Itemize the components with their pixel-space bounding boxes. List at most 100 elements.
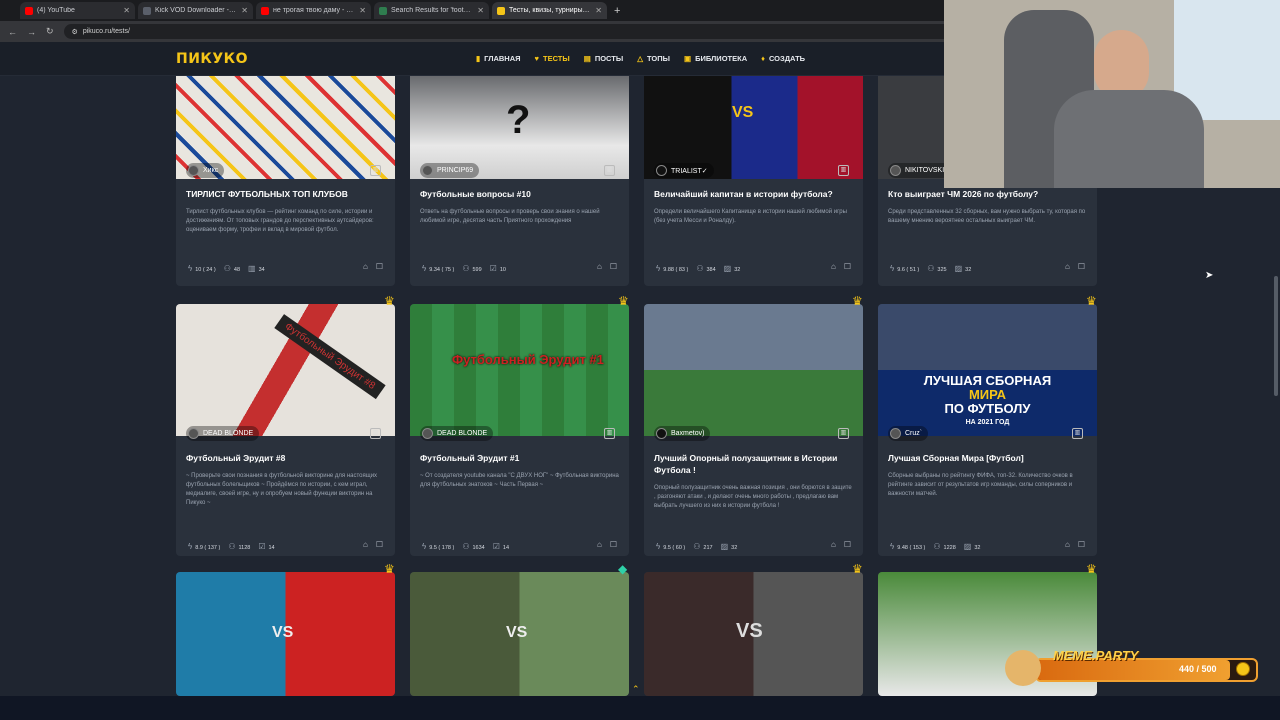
share-icon[interactable]: ⌂ xyxy=(1065,262,1070,271)
goal-title: MEME.PARTY xyxy=(1053,648,1139,663)
card-title[interactable]: Футбольный Эрудит #8 xyxy=(186,452,386,464)
test-card[interactable]: VS xyxy=(644,572,863,696)
card-title[interactable]: Величайший капитан в истории футбола? xyxy=(654,188,854,200)
save-icon[interactable]: ☐ xyxy=(610,262,617,271)
close-tab-icon[interactable]: ✕ xyxy=(123,6,130,15)
nav-item-create[interactable]: ♦ СОЗДАТЬ xyxy=(761,54,805,63)
test-card[interactable]: Футбольный Эрудит #1 DEAD BLONDE ▥ Футбо… xyxy=(410,304,629,556)
question-mark-icon: ? xyxy=(506,98,531,142)
browser-tab[interactable]: Search Results for 'football' - Ti✕ xyxy=(374,2,489,19)
users-icon: ⚇ xyxy=(223,264,231,273)
stats-icon[interactable]: ▥ xyxy=(604,165,615,176)
save-icon[interactable]: ☐ xyxy=(844,262,851,271)
close-tab-icon[interactable]: ✕ xyxy=(595,6,602,15)
stats-icon[interactable]: ▥ xyxy=(838,165,849,176)
save-icon[interactable]: ☐ xyxy=(1078,540,1085,549)
share-icon[interactable]: ⌂ xyxy=(363,262,368,271)
search-site-icon xyxy=(379,6,387,15)
crown-icon: ♛ xyxy=(852,562,863,576)
users-icon: ⚇ xyxy=(933,542,941,551)
nav-item-library[interactable]: ▣ БИБЛИОТЕКА xyxy=(684,54,747,63)
browser-tab[interactable]: (4) YouTube ✕ xyxy=(20,2,135,19)
users-icon: ⚇ xyxy=(228,542,236,551)
back-icon[interactable]: ← xyxy=(8,27,17,37)
card-title[interactable]: Футбольный Эрудит #1 xyxy=(420,452,620,464)
card-title[interactable]: ТИРЛИСТ ФУТБОЛЬНЫХ ТОП КЛУБОВ xyxy=(186,188,386,200)
webcam-overlay xyxy=(944,0,1280,188)
card-title[interactable]: Кто выиграет ЧМ 2026 по футболу? xyxy=(888,188,1088,200)
forward-icon[interactable]: → xyxy=(27,27,36,37)
test-card[interactable]: Футбольный Эрудит #8 DEAD BLONDE ▥ Футбо… xyxy=(176,304,395,556)
stats-icon[interactable]: ▥ xyxy=(838,428,849,439)
save-icon[interactable]: ☐ xyxy=(1078,262,1085,271)
share-icon[interactable]: ⌂ xyxy=(363,540,368,549)
browser-tab[interactable]: не трогая твою даму - YouTub✕ xyxy=(256,2,371,19)
share-icon[interactable]: ⌂ xyxy=(1065,540,1070,549)
card-author[interactable]: Хикс xyxy=(186,163,225,178)
nav-item-tests[interactable]: ♥ ТЕСТЫ xyxy=(535,54,570,63)
card-title[interactable]: Футбольные вопросы #10 xyxy=(420,188,620,200)
test-card[interactable]: VS xyxy=(410,572,629,696)
crown-icon: ♛ xyxy=(1086,294,1097,308)
nav-item-posts[interactable]: ▤ ПОСТЫ xyxy=(584,54,623,63)
save-icon[interactable]: ☐ xyxy=(376,262,383,271)
browser-tab-active[interactable]: Тесты, квизы, турниры и тирл✕ xyxy=(492,2,607,19)
stats-icon[interactable]: ▥ xyxy=(370,165,381,176)
close-tab-icon[interactable]: ✕ xyxy=(241,6,248,15)
test-card[interactable]: VS xyxy=(176,572,395,696)
reload-icon[interactable]: ↻ xyxy=(46,26,54,37)
test-card[interactable]: Baxmetov) ▥ Лучший Опорный полузащитник … xyxy=(644,304,863,556)
save-icon[interactable]: ☐ xyxy=(376,540,383,549)
card-author[interactable]: DEAD BLONDE xyxy=(420,426,494,441)
save-icon[interactable]: ☐ xyxy=(844,540,851,549)
nav-item-home[interactable]: ▮ ГЛАВНАЯ xyxy=(476,54,521,63)
save-icon[interactable]: ☐ xyxy=(610,540,617,549)
lightning-icon: ϟ xyxy=(188,264,193,273)
nav-item-tops[interactable]: △ ТОПЫ xyxy=(637,54,670,63)
address-bar[interactable]: ⚙ pikuco.ru/tests/ xyxy=(63,24,964,39)
thumbnail-banner: Футбольный Эрудит #1 xyxy=(452,352,604,367)
items-stat: ▨ 32 xyxy=(954,264,972,273)
browser-tab[interactable]: Kick VOD Downloader - Stream✕ xyxy=(138,2,253,19)
vs-label: VS xyxy=(736,620,763,642)
share-icon[interactable]: ⌂ xyxy=(831,540,836,549)
coin-icon xyxy=(1236,662,1250,676)
card-title[interactable]: Лучший Опорный полузащитник в Истории Фу… xyxy=(654,452,854,476)
avatar xyxy=(656,428,667,439)
test-card[interactable]: VS TRIALIST✓ ▥ Величайший капитан в исто… xyxy=(644,76,863,286)
test-card[interactable]: ? PRINCIP69 ▥ Футбольные вопросы #10 Отв… xyxy=(410,76,629,286)
stats-icon[interactable]: ▥ xyxy=(1072,428,1083,439)
share-icon[interactable]: ⌂ xyxy=(597,540,602,549)
card-author[interactable]: Cruz` xyxy=(888,426,929,441)
stats-icon[interactable]: ▥ xyxy=(370,428,381,439)
share-icon[interactable]: ⌂ xyxy=(831,262,836,271)
card-author[interactable]: PRINCIP69 xyxy=(420,163,480,178)
card-author[interactable]: DEAD BLONDE xyxy=(186,426,260,441)
scroll-top-icon[interactable]: ⌃ xyxy=(632,684,640,695)
card-author[interactable]: TRIALIST✓ xyxy=(654,163,714,178)
url-text: pikuco.ru/tests/ xyxy=(82,28,130,35)
site-info-icon[interactable]: ⚙ xyxy=(72,28,78,36)
test-card[interactable]: ЛУЧШАЯ СБОРНАЯ МИРА ПО ФУТБОЛУ НА 2021 Г… xyxy=(878,304,1097,556)
card-author[interactable]: Baxmetov) xyxy=(654,426,711,441)
share-icon[interactable]: ⌂ xyxy=(597,262,602,271)
plays-stat: ⚇ 599 xyxy=(462,264,482,273)
card-stats: ϟ 9.88 ( 83 ) ⚇ 384 ▨ 32 xyxy=(656,264,740,273)
card-title[interactable]: Лучшая Сборная Мира [Футбол] xyxy=(888,452,1088,464)
card-thumbnail xyxy=(644,304,863,436)
site-logo[interactable]: ПИКУКО xyxy=(176,51,248,67)
close-tab-icon[interactable]: ✕ xyxy=(359,6,366,15)
scrollbar-thumb[interactable] xyxy=(1274,276,1278,396)
card-actions: ⌂ ☐ xyxy=(597,540,617,549)
test-card[interactable]: Хикс ▥ ТИРЛИСТ ФУТБОЛЬНЫХ ТОП КЛУБОВ Тир… xyxy=(176,76,395,286)
close-tab-icon[interactable]: ✕ xyxy=(477,6,484,15)
lightning-icon: ϟ xyxy=(890,264,895,273)
vs-label: VS xyxy=(272,624,294,641)
lightning-icon: ϟ xyxy=(656,542,661,551)
crown-icon: ♛ xyxy=(852,294,863,308)
person-torso xyxy=(1054,90,1204,188)
new-tab-button[interactable]: + xyxy=(614,5,620,17)
card-author[interactable]: NIKITOVSKI xyxy=(888,163,951,178)
stats-icon[interactable]: ▥ xyxy=(604,428,615,439)
avatar xyxy=(422,428,433,439)
